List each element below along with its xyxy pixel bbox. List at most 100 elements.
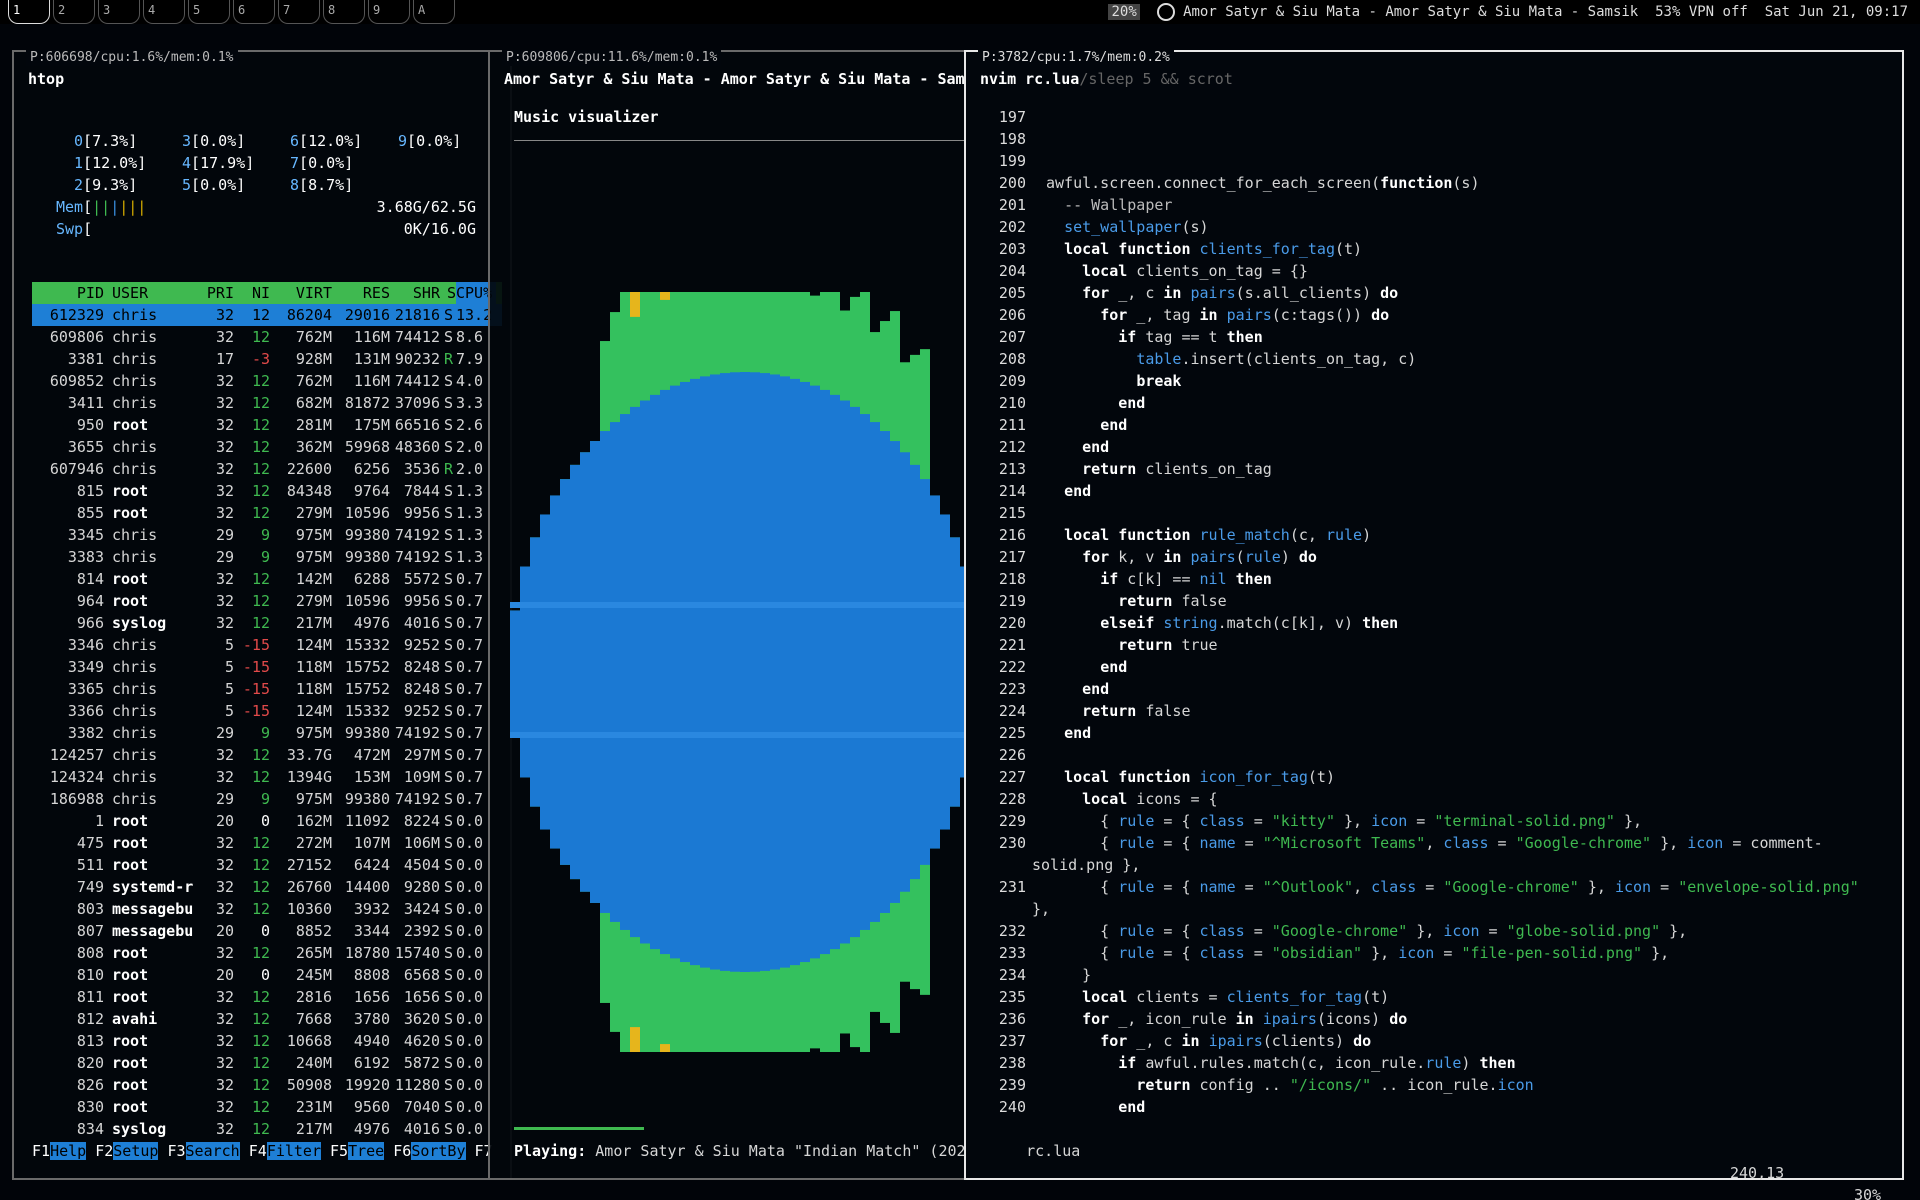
table-row[interactable]: 855 root 32 12 279M 10596 9956 S 1.3 xyxy=(32,502,502,524)
now-playing[interactable]: Amor Satyr & Siu Mata - Amor Satyr & Siu… xyxy=(1183,4,1638,20)
code-line[interactable]: 228 local icons = { xyxy=(980,788,1890,810)
tag-8[interactable]: 8 xyxy=(323,0,365,24)
code-line[interactable]: 213 return clients_on_tag xyxy=(980,458,1890,480)
code-line[interactable]: 215 xyxy=(980,502,1890,524)
table-row[interactable]: 749 systemd-r 32 12 26760 14400 9280 S 0.0 xyxy=(32,876,502,898)
code-line[interactable]: 207 if tag == t then xyxy=(980,326,1890,348)
code-line[interactable]: 227 local function icon_for_tag(t) xyxy=(980,766,1890,788)
col-header-ni[interactable]: NI xyxy=(240,282,270,304)
code-line[interactable]: 232 { rule = { class = "Google-chrome" }… xyxy=(980,920,1890,942)
code-line[interactable]: 224 return false xyxy=(980,700,1890,722)
tag-9[interactable]: 9 xyxy=(368,0,410,24)
col-header-res[interactable]: RES xyxy=(336,282,390,304)
fkey-label[interactable]: Tree xyxy=(348,1142,385,1160)
code-line[interactable]: 217 for k, v in pairs(rule) do xyxy=(980,546,1890,568)
col-header-pid[interactable]: PID xyxy=(42,282,104,304)
code-line[interactable]: 218 if c[k] == nil then xyxy=(980,568,1890,590)
tag-2[interactable]: 2 xyxy=(53,0,95,24)
code-line[interactable]: 216 local function rule_match(c, rule) xyxy=(980,524,1890,546)
code-line[interactable]: 237 for _, c in ipairs(clients) do xyxy=(980,1030,1890,1052)
table-row[interactable]: 966 syslog 32 12 217M 4976 4016 S 0.7 xyxy=(32,612,502,634)
code-line[interactable]: 238 if awful.rules.match(c, icon_rule.ru… xyxy=(980,1052,1890,1074)
fkey-row[interactable]: F1Help F2Setup F3Search F4Filter F5Tree … xyxy=(32,1140,502,1162)
table-row[interactable]: 830 root 32 12 231M 9560 7040 S 0.0 xyxy=(32,1096,502,1118)
nvim-window[interactable]: P:3782/cpu:1.7%/mem:0.2% nvim rc.lua/sle… xyxy=(964,50,1904,1200)
code-line[interactable]: 231 { rule = { name = "^Outlook", class … xyxy=(980,876,1890,898)
code-line[interactable]: 233 { rule = { class = "obsidian" }, ico… xyxy=(980,942,1890,964)
code-line[interactable]: 199 xyxy=(980,150,1890,172)
code-line[interactable]: 240 end xyxy=(980,1096,1890,1118)
code-line[interactable]: 222 end xyxy=(980,656,1890,678)
tag-1[interactable]: 1 xyxy=(8,0,50,24)
vpn-status[interactable]: VPN off xyxy=(1689,4,1748,20)
table-row[interactable]: 813 root 32 12 10668 4940 4620 S 0.0 xyxy=(32,1030,502,1052)
table-row[interactable]: 811 root 32 12 2816 1656 1656 S 0.0 xyxy=(32,986,502,1008)
table-row[interactable]: 834 syslog 32 12 217M 4976 4016 S 0.0 xyxy=(32,1118,502,1140)
progress-bar[interactable] xyxy=(514,1127,644,1130)
code-line[interactable]: 201 -- Wallpaper xyxy=(980,194,1890,216)
table-row[interactable]: 812 avahi 32 12 7668 3780 3620 S 0.0 xyxy=(32,1008,502,1030)
code-line[interactable]: 230 { rule = { name = "^Microsoft Teams"… xyxy=(980,832,1890,854)
code-line[interactable]: 197 xyxy=(980,106,1890,128)
table-row[interactable]: 3345 chris 29 9 975M 99380 74192 S 1.3 xyxy=(32,524,502,546)
tag-A[interactable]: A xyxy=(413,0,455,24)
code-line[interactable]: 229 { rule = { class = "kitty" }, icon =… xyxy=(980,810,1890,832)
fkey-f5[interactable]: F5 xyxy=(330,1142,348,1160)
table-row[interactable]: 609852 chris 32 12 762M 116M 74412 S 4.0 xyxy=(32,370,502,392)
fkey-f2[interactable]: F2 xyxy=(95,1142,113,1160)
col-header-s[interactable]: S xyxy=(444,282,456,304)
table-row[interactable]: 612329 chris 32 12 86204 29016 21816 S 13.2 xyxy=(32,304,502,326)
code-line[interactable]: 206 for _, tag in pairs(c:tags()) do xyxy=(980,304,1890,326)
table-row[interactable]: 3411 chris 32 12 682M 81872 37096 S 3.3 xyxy=(32,392,502,414)
code-line[interactable]: }, xyxy=(980,898,1890,920)
fkey-label[interactable]: Search xyxy=(185,1142,240,1160)
col-header-pri[interactable]: PRI xyxy=(204,282,234,304)
tag-7[interactable]: 7 xyxy=(278,0,320,24)
table-row[interactable]: 475 root 32 12 272M 107M 106M S 0.0 xyxy=(32,832,502,854)
fkey-label[interactable]: Help xyxy=(50,1142,87,1160)
music-window[interactable]: P:609806/cpu:11.6%/mem:0.1% Amor Satyr &… xyxy=(488,50,1008,1180)
code-line[interactable]: 219 return false xyxy=(980,590,1890,612)
code-line[interactable]: 208 table.insert(clients_on_tag, c) xyxy=(980,348,1890,370)
fkey-f3[interactable]: F3 xyxy=(167,1142,185,1160)
code-line[interactable]: 214 end xyxy=(980,480,1890,502)
code-line[interactable]: solid.png }, xyxy=(980,854,1890,876)
table-row[interactable]: 826 root 32 12 50908 19920 11280 S 0.0 xyxy=(32,1074,502,1096)
table-row[interactable]: 511 root 32 12 27152 6424 4504 S 0.0 xyxy=(32,854,502,876)
fkey-label[interactable]: Setup xyxy=(113,1142,159,1160)
code-line[interactable]: 202 set_wallpaper(s) xyxy=(980,216,1890,238)
table-row[interactable]: 807 messagebu 20 0 8852 3344 2392 S 0.0 xyxy=(32,920,502,942)
col-header-shr[interactable]: SHR xyxy=(394,282,440,304)
code-line[interactable]: 200 awful.screen.connect_for_each_screen(… xyxy=(980,172,1890,194)
table-row[interactable]: 3383 chris 29 9 975M 99380 74192 S 1.3 xyxy=(32,546,502,568)
code-line[interactable]: 204 local clients_on_tag = {} xyxy=(980,260,1890,282)
code-line[interactable]: 221 return true xyxy=(980,634,1890,656)
table-row[interactable]: 3349 chris 5 -15 118M 15752 8248 S 0.7 xyxy=(32,656,502,678)
tag-5[interactable]: 5 xyxy=(188,0,230,24)
table-row[interactable]: 124257 chris 32 12 33.7G 472M 297M S 0.7 xyxy=(32,744,502,766)
code-line[interactable]: 239 return config .. "/icons/" .. icon_r… xyxy=(980,1074,1890,1096)
table-row[interactable]: 815 root 32 12 84348 9764 7844 S 1.3 xyxy=(32,480,502,502)
table-row[interactable]: 186988 chris 29 9 975M 99380 74192 S 0.7 xyxy=(32,788,502,810)
code-line[interactable]: 203 local function clients_for_tag(t) xyxy=(980,238,1890,260)
table-row[interactable]: 964 root 32 12 279M 10596 9956 S 0.7 xyxy=(32,590,502,612)
code-line[interactable]: 198 xyxy=(980,128,1890,150)
table-row[interactable]: 3346 chris 5 -15 124M 15332 9252 S 0.7 xyxy=(32,634,502,656)
htop-window[interactable]: P:606698/cpu:1.6%/mem:0.1% htop 0[7.3%] 3… xyxy=(12,50,512,1180)
tag-6[interactable]: 6 xyxy=(233,0,275,24)
fkey-f4[interactable]: F4 xyxy=(249,1142,267,1160)
fkey-label[interactable]: SortBy xyxy=(411,1142,466,1160)
table-row[interactable]: 808 root 32 12 265M 18780 15740 S 0.0 xyxy=(32,942,502,964)
code-line[interactable]: 236 for _, icon_rule in ipairs(icons) do xyxy=(980,1008,1890,1030)
table-row[interactable]: 803 messagebu 32 12 10360 3932 3424 S 0.0 xyxy=(32,898,502,920)
table-row[interactable]: 607946 chris 32 12 22600 6256 3536 R 2.0 xyxy=(32,458,502,480)
table-row[interactable]: 3382 chris 29 9 975M 99380 74192 S 0.7 xyxy=(32,722,502,744)
fkey-f1[interactable]: F1 xyxy=(32,1142,50,1160)
table-row[interactable]: 814 root 32 12 142M 6288 5572 S 0.7 xyxy=(32,568,502,590)
code-line[interactable]: 225 end xyxy=(980,722,1890,744)
code-line[interactable]: 212 end xyxy=(980,436,1890,458)
volume-indicator[interactable]: 20% xyxy=(1108,4,1140,20)
code-line[interactable]: 211 end xyxy=(980,414,1890,436)
tag-4[interactable]: 4 xyxy=(143,0,185,24)
table-row[interactable]: 609806 chris 32 12 762M 116M 74412 S 8.6 xyxy=(32,326,502,348)
